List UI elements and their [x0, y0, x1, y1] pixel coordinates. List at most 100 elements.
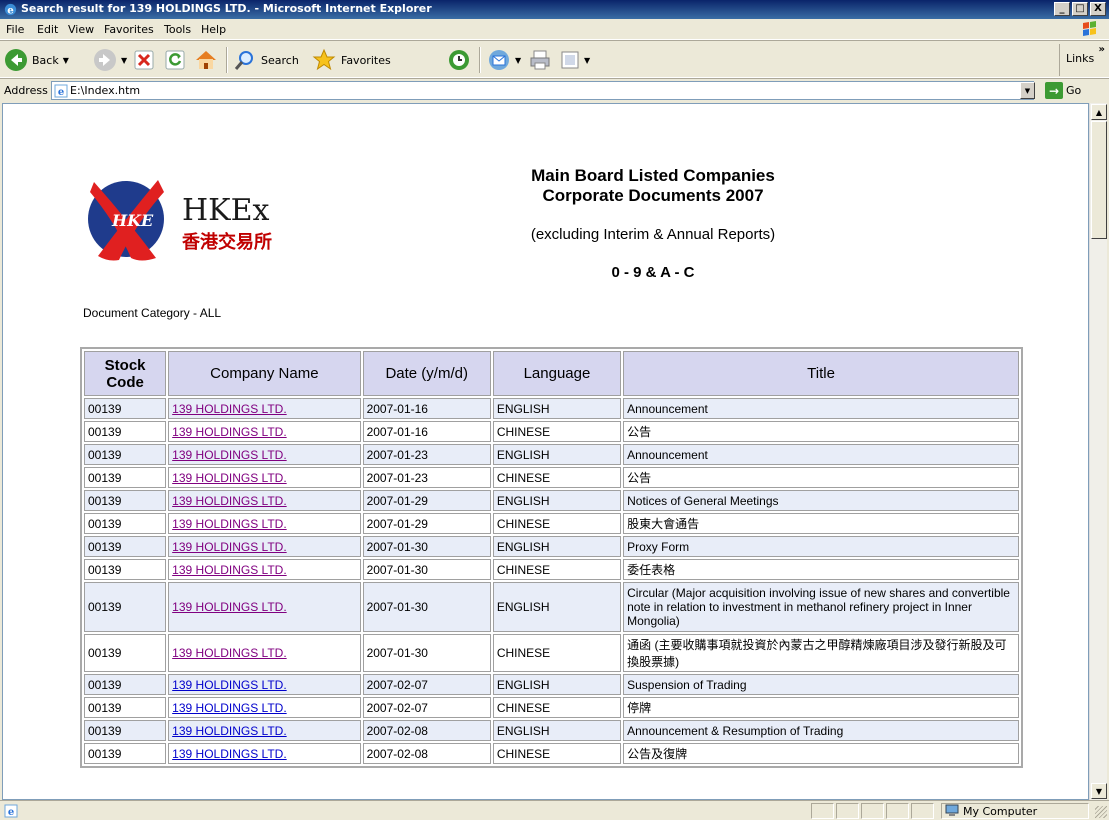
go-label: Go — [1066, 84, 1082, 97]
page-status-icon: e — [4, 804, 18, 818]
toolbar-separator — [479, 47, 481, 73]
stop-button[interactable] — [134, 46, 154, 74]
search-button[interactable]: Search — [233, 46, 299, 74]
double-chevron-icon: » — [1098, 44, 1105, 55]
company-link[interactable]: 139 HOLDINGS LTD. — [172, 646, 286, 660]
header-language[interactable]: Language — [492, 351, 622, 396]
scroll-thumb[interactable] — [1091, 121, 1107, 239]
cell-language: CHINESE — [492, 697, 622, 718]
address-input[interactable]: e E:\Index.htm — [51, 81, 1034, 100]
cell-company-name: 139 HOLDINGS LTD. — [168, 444, 361, 465]
forward-button[interactable]: ▼ — [93, 46, 127, 74]
status-pane — [886, 803, 909, 819]
mail-button[interactable]: ▼ — [487, 46, 521, 74]
address-dropdown-button[interactable]: ▼ — [1020, 82, 1035, 99]
address-label: Address — [4, 84, 48, 97]
cell-company-name: 139 HOLDINGS LTD. — [168, 559, 361, 580]
print-button[interactable] — [528, 46, 552, 74]
company-link[interactable]: 139 HOLDINGS LTD. — [172, 747, 286, 761]
address-bar: Address e E:\Index.htm ▼ → Go — [0, 78, 1109, 101]
table-row: 00139 139 HOLDINGS LTD. 2007-01-23 CHINESE 公… — [84, 467, 1019, 488]
back-arrow-icon — [5, 49, 27, 71]
table-row: 00139 139 HOLDINGS LTD. 2007-01-29 CHINESE 股… — [84, 513, 1019, 534]
subheading: (excluding Interim & Annual Reports) — [530, 226, 776, 243]
cell-date: 2007-01-30 — [362, 634, 491, 672]
header-title[interactable]: Title — [623, 351, 1019, 396]
toolbar-separator — [226, 47, 228, 73]
cell-language: CHINESE — [492, 467, 622, 488]
menu-help[interactable]: Help — [201, 23, 226, 36]
edit-page-icon — [561, 51, 579, 69]
cell-language: CHINESE — [492, 513, 622, 534]
table-row: 00139 139 HOLDINGS LTD. 2007-01-30 CHINESE 通… — [84, 634, 1019, 672]
company-link[interactable]: 139 HOLDINGS LTD. — [172, 540, 286, 554]
chevron-down-icon: ▼ — [584, 55, 591, 65]
links-label: Links — [1066, 52, 1095, 65]
cell-title: Suspension of Trading — [623, 674, 1019, 695]
title-bar[interactable]: e Search result for 139 HOLDINGS LTD. - … — [0, 0, 1109, 19]
logo-mark: HKE — [111, 211, 154, 230]
links-toolbar[interactable]: Links » — [1059, 44, 1109, 76]
cell-title: Announcement — [623, 444, 1019, 465]
minimize-button[interactable]: _ — [1054, 2, 1070, 16]
company-link[interactable]: 139 HOLDINGS LTD. — [172, 563, 286, 577]
go-button[interactable]: → Go — [1045, 82, 1081, 99]
maximize-button[interactable]: □ — [1072, 2, 1088, 16]
star-icon — [312, 48, 336, 71]
cell-title: Notices of General Meetings — [623, 490, 1019, 511]
table-row: 00139 139 HOLDINGS LTD. 2007-02-07 CHINESE 停… — [84, 697, 1019, 718]
table-row: 00139 139 HOLDINGS LTD. 2007-01-30 CHINESE 委… — [84, 559, 1019, 580]
table-row: 00139 139 HOLDINGS LTD. 2007-01-16 CHINESE 公… — [84, 421, 1019, 442]
company-link[interactable]: 139 HOLDINGS LTD. — [172, 471, 286, 485]
cell-language: CHINESE — [492, 559, 622, 580]
table-row: 00139 139 HOLDINGS LTD. 2007-02-07 ENGLISH S… — [84, 674, 1019, 695]
company-link[interactable]: 139 HOLDINGS LTD. — [172, 724, 286, 738]
scroll-up-button[interactable]: ▲ — [1091, 104, 1107, 120]
cell-stock-code: 00139 — [84, 513, 167, 534]
scroll-down-button[interactable]: ▼ — [1091, 783, 1107, 799]
resize-grip[interactable] — [1095, 806, 1107, 818]
menu-file[interactable]: File — [6, 23, 24, 36]
cell-title: 停牌 — [623, 697, 1019, 718]
company-link[interactable]: 139 HOLDINGS LTD. — [172, 678, 286, 692]
cell-title: 通函 (主要收購事項就投資於內蒙古之甲醇精煉廠項目涉及發行新股及可換股票據) — [623, 634, 1019, 672]
company-link[interactable]: 139 HOLDINGS LTD. — [172, 600, 286, 614]
close-button[interactable]: X — [1090, 2, 1106, 16]
cell-language: CHINESE — [492, 743, 622, 764]
menu-tools[interactable]: Tools — [164, 23, 191, 36]
header-company-name[interactable]: Company Name — [168, 351, 361, 396]
cell-stock-code: 00139 — [84, 536, 167, 557]
edit-button[interactable]: ▼ — [560, 46, 590, 74]
header-date[interactable]: Date (y/m/d) — [362, 351, 491, 396]
standard-toolbar: Back ▼ ▼ Search Favorites ▼ ▼ Links » — [0, 40, 1109, 78]
cell-company-name: 139 HOLDINGS LTD. — [168, 743, 361, 764]
menu-edit[interactable]: Edit — [37, 23, 58, 36]
cell-company-name: 139 HOLDINGS LTD. — [168, 697, 361, 718]
home-button[interactable] — [194, 46, 218, 74]
favorites-button[interactable]: Favorites — [311, 46, 391, 74]
history-button[interactable] — [447, 46, 471, 74]
company-link[interactable]: 139 HOLDINGS LTD. — [172, 517, 286, 531]
history-icon — [449, 50, 469, 70]
refresh-button[interactable] — [165, 46, 185, 74]
header-stock-code[interactable]: Stock Code — [84, 351, 167, 396]
cell-company-name: 139 HOLDINGS LTD. — [168, 398, 361, 419]
svg-text:e: e — [58, 87, 64, 98]
company-link[interactable]: 139 HOLDINGS LTD. — [172, 448, 286, 462]
back-button[interactable]: Back ▼ — [4, 46, 69, 74]
company-link[interactable]: 139 HOLDINGS LTD. — [172, 494, 286, 508]
vertical-scrollbar[interactable]: ▲ ▼ — [1089, 103, 1107, 800]
menu-view[interactable]: View — [68, 23, 94, 36]
company-link[interactable]: 139 HOLDINGS LTD. — [172, 425, 286, 439]
menu-favorites[interactable]: Favorites — [104, 23, 154, 36]
printer-icon — [530, 50, 550, 70]
hkex-logo: HKE HKEx 香港交易所 — [86, 168, 359, 270]
company-link[interactable]: 139 HOLDINGS LTD. — [172, 701, 286, 715]
status-bar: e My Computer — [0, 800, 1109, 820]
logo-text-en: HKEx — [182, 193, 269, 228]
status-pane — [861, 803, 884, 819]
document-category: Document Category - ALL — [83, 306, 222, 320]
cell-date: 2007-01-16 — [362, 421, 491, 442]
status-pane — [811, 803, 834, 819]
company-link[interactable]: 139 HOLDINGS LTD. — [172, 402, 286, 416]
